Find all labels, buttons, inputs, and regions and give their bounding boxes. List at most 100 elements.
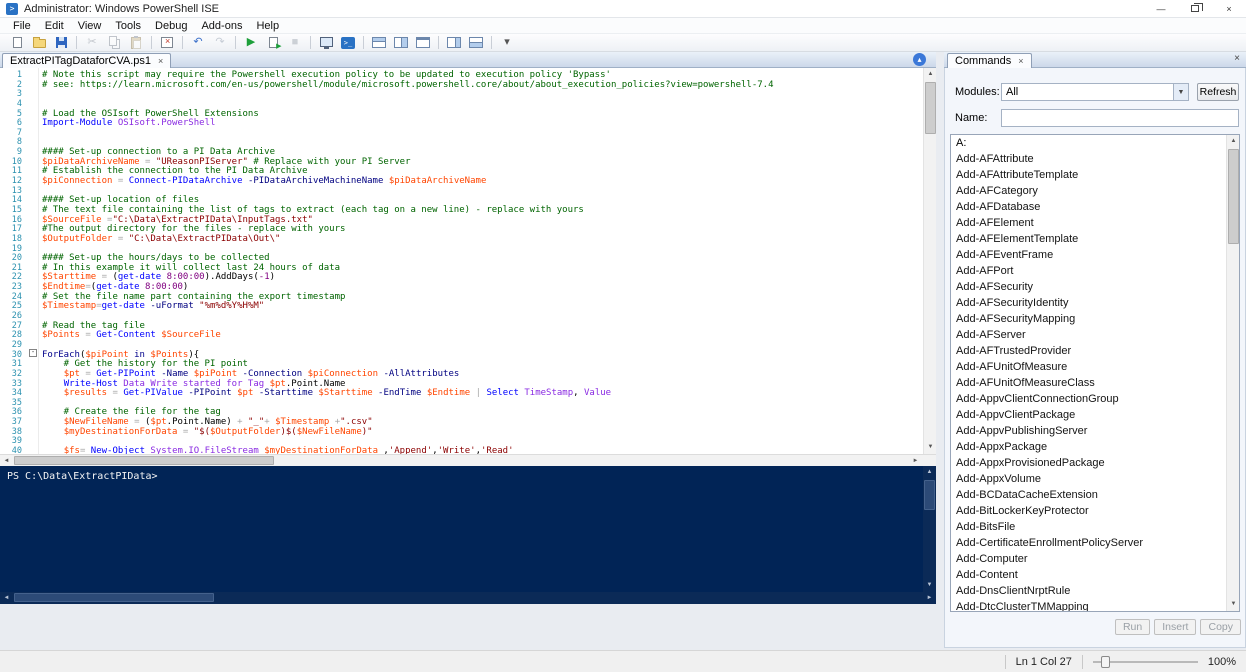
- command-item[interactable]: Add-Computer: [951, 551, 1226, 567]
- script-editor[interactable]: 1 2 3 4 5 6 7 8 9 10 11 12 13 14 15 16 17 18 19 20 21 22 23 24 2…: [0, 68, 936, 454]
- script-tab-close-icon[interactable]: ×: [158, 56, 163, 66]
- chevron-down-icon[interactable]: ▼: [1173, 84, 1188, 100]
- console-pane[interactable]: PS C:\Data\ExtractPIData> ▲ ▼: [0, 466, 936, 592]
- open-script-icon[interactable]: [28, 34, 50, 51]
- command-item[interactable]: Add-BitLockerKeyProtector: [951, 503, 1226, 519]
- command-item[interactable]: Add-AFElementTemplate: [951, 231, 1226, 247]
- command-item[interactable]: Add-AFSecurity: [951, 279, 1226, 295]
- command-item[interactable]: Add-AFUnitOfMeasureClass: [951, 375, 1226, 391]
- scroll-down-icon[interactable]: ▼: [1227, 598, 1239, 611]
- command-item[interactable]: Add-AFUnitOfMeasure: [951, 359, 1226, 375]
- command-item[interactable]: Add-AppvPublishingServer: [951, 423, 1226, 439]
- pane-splitter[interactable]: [936, 52, 944, 648]
- copy-button[interactable]: Copy: [1200, 619, 1241, 635]
- command-item[interactable]: Add-AppxProvisionedPackage: [951, 455, 1226, 471]
- command-item[interactable]: Add-AFSecurityIdentity: [951, 295, 1226, 311]
- minimize-button[interactable]: —: [1144, 0, 1178, 18]
- scroll-up-icon[interactable]: ▲: [924, 68, 936, 81]
- scroll-down-icon[interactable]: ▼: [923, 579, 936, 592]
- paste-icon[interactable]: [125, 34, 147, 51]
- command-item[interactable]: Add-AFEventFrame: [951, 247, 1226, 263]
- restore-button[interactable]: [1178, 0, 1212, 18]
- copy-icon[interactable]: [103, 34, 125, 51]
- console-scrollbar-thumb[interactable]: [924, 480, 935, 510]
- script-tab[interactable]: ExtractPITagDataforCVA.ps1 ×: [2, 53, 172, 68]
- menu-item-view[interactable]: View: [71, 20, 109, 32]
- command-item[interactable]: Add-AFCategory: [951, 183, 1226, 199]
- show-command-addon-icon[interactable]: [443, 34, 465, 51]
- show-console-pane-icon[interactable]: [465, 34, 487, 51]
- modules-dropdown[interactable]: All ▼: [1001, 83, 1189, 101]
- run-button[interactable]: Run: [1114, 619, 1151, 635]
- commands-tab[interactable]: Commands ×: [947, 53, 1032, 68]
- command-item[interactable]: Add-DnsClientNrptRule: [951, 583, 1226, 599]
- menu-item-edit[interactable]: Edit: [38, 20, 71, 32]
- command-item[interactable]: Add-AFAttribute: [951, 151, 1226, 167]
- command-item[interactable]: Add-AFPort: [951, 263, 1226, 279]
- show-script-pane-top-icon[interactable]: [368, 34, 390, 51]
- refresh-button[interactable]: Refresh: [1197, 83, 1239, 101]
- toolbar-overflow-icon[interactable]: ▾: [496, 34, 518, 51]
- menu-item-debug[interactable]: Debug: [148, 20, 194, 32]
- editor-code[interactable]: # Note this script may require the Power…: [39, 68, 936, 454]
- command-item[interactable]: Add-BCDataCacheExtension: [951, 487, 1226, 503]
- line-number: 13: [11, 185, 22, 196]
- editor-scrollbar-thumb[interactable]: [925, 82, 936, 134]
- close-button[interactable]: ×: [1212, 0, 1246, 18]
- insert-button[interactable]: Insert: [1154, 619, 1197, 635]
- commands-list-scrollbar[interactable]: ▲ ▼: [1226, 135, 1239, 611]
- scroll-up-icon[interactable]: ▲: [1227, 135, 1239, 148]
- command-item[interactable]: Add-AFDatabase: [951, 199, 1226, 215]
- scroll-left-icon[interactable]: ◄: [0, 592, 13, 604]
- powershell-ise-app-icon: >: [6, 2, 18, 15]
- name-filter-input[interactable]: [1001, 109, 1239, 127]
- menu-item-help[interactable]: Help: [249, 20, 286, 32]
- editor-vertical-scrollbar[interactable]: ▲ ▼: [923, 68, 936, 454]
- scroll-down-icon[interactable]: ▼: [924, 441, 936, 454]
- editor-hscrollbar-thumb[interactable]: [14, 456, 274, 465]
- redo-icon[interactable]: ↷: [209, 34, 231, 51]
- stop-operation-icon[interactable]: ■: [284, 34, 306, 51]
- command-item[interactable]: Add-AFServer: [951, 327, 1226, 343]
- undo-icon[interactable]: ↶: [187, 34, 209, 51]
- addon-pane-close-icon[interactable]: ×: [1234, 53, 1240, 64]
- clear-console-pane-icon[interactable]: [156, 34, 178, 51]
- run-selection-icon[interactable]: [262, 34, 284, 51]
- run-script-icon[interactable]: ▶: [240, 34, 262, 51]
- command-item[interactable]: Add-AFElement: [951, 215, 1226, 231]
- command-item[interactable]: Add-AppvClientConnectionGroup: [951, 391, 1226, 407]
- zoom-slider[interactable]: [1092, 654, 1198, 670]
- zoom-slider-thumb[interactable]: [1100, 655, 1110, 668]
- command-item[interactable]: Add-AFTrustedProvider: [951, 343, 1226, 359]
- show-script-pane-right-icon[interactable]: [390, 34, 412, 51]
- start-powershell-exe-icon[interactable]: [337, 34, 359, 51]
- collapse-script-pane-icon[interactable]: ▴: [913, 53, 926, 66]
- command-item[interactable]: Add-Content: [951, 567, 1226, 583]
- command-item[interactable]: Add-AFAttributeTemplate: [951, 167, 1226, 183]
- editor-horizontal-scrollbar[interactable]: ◄ ►: [0, 454, 936, 466]
- command-item[interactable]: Add-AppvClientPackage: [951, 407, 1226, 423]
- cut-icon[interactable]: ✂: [81, 34, 103, 51]
- command-item[interactable]: Add-AFSecurityMapping: [951, 311, 1226, 327]
- console-vertical-scrollbar[interactable]: ▲ ▼: [923, 466, 936, 592]
- menu-item-tools[interactable]: Tools: [108, 20, 148, 32]
- scroll-up-icon[interactable]: ▲: [923, 466, 936, 479]
- console-horizontal-scrollbar[interactable]: ◄ ►: [0, 592, 936, 604]
- scroll-right-icon[interactable]: ►: [923, 592, 936, 604]
- command-item[interactable]: Add-AppxPackage: [951, 439, 1226, 455]
- command-item[interactable]: Add-CertificateEnrollmentPolicyServer: [951, 535, 1226, 551]
- save-script-icon[interactable]: [50, 34, 72, 51]
- commands-list: A: Add-AFAttribute Add-AFAttributeTemplate…: [951, 135, 1226, 611]
- command-item[interactable]: Add-AppxVolume: [951, 471, 1226, 487]
- command-item[interactable]: Add-DtcClusterTMMapping: [951, 599, 1226, 611]
- show-script-pane-maximized-icon[interactable]: [412, 34, 434, 51]
- commands-tab-close-icon[interactable]: ×: [1018, 56, 1023, 66]
- command-item[interactable]: Add-BitsFile: [951, 519, 1226, 535]
- menu-item-file[interactable]: File: [6, 20, 38, 32]
- new-script-icon[interactable]: [6, 34, 28, 51]
- menu-item-addons[interactable]: Add-ons: [194, 20, 249, 32]
- console-hscrollbar-thumb[interactable]: [14, 593, 214, 602]
- commands-scrollbar-thumb[interactable]: [1228, 149, 1239, 244]
- fold-collapse-icon[interactable]: -: [29, 348, 37, 357]
- new-remote-powershell-tab-icon[interactable]: [315, 34, 337, 51]
